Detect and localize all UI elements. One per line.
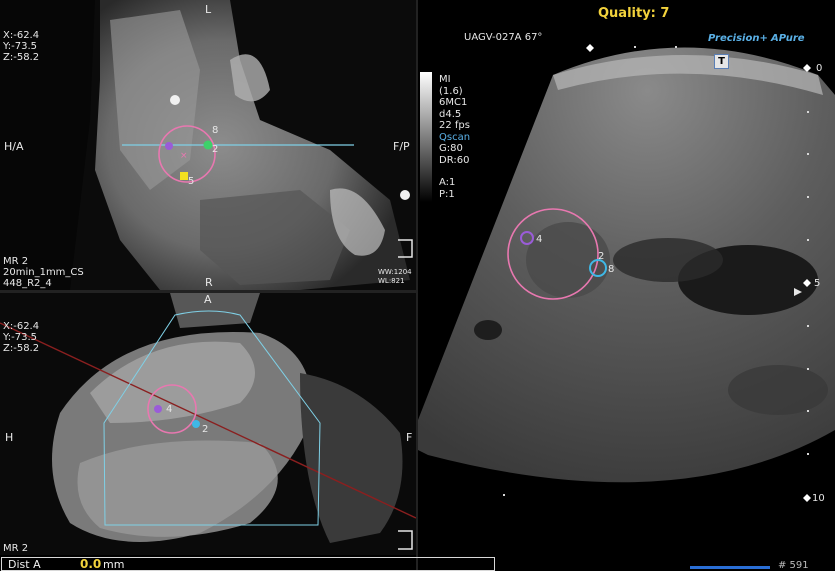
- mr-bottom-series-info: MR 2: [3, 543, 29, 554]
- marker-purple-icon[interactable]: [154, 405, 162, 413]
- grayscale-bar: [420, 72, 432, 202]
- orientation-left: H: [5, 431, 14, 444]
- orientation-bottom: R: [205, 276, 213, 289]
- marker-label: 5: [188, 176, 195, 187]
- depth-mark: 5: [814, 278, 821, 289]
- t-badge-button[interactable]: T: [714, 54, 729, 69]
- orientation-right: F: [406, 431, 413, 444]
- apure-label: APure: [771, 33, 805, 44]
- marker-yellow-icon[interactable]: [180, 172, 188, 180]
- mr-top-series-info: MR 2 20min_1mm_CS 448_R2_4: [3, 256, 84, 289]
- mr-oblique-view[interactable]: X:-62.4 Y:-73.5 Z:-58.2 A H F 4 2 MR 2: [0, 293, 416, 555]
- imaging-parameters: MI (1.6) 6MC1 d4.5 22 fps Qscan G:80 DR:…: [439, 74, 471, 200]
- marker-cyan-icon[interactable]: [192, 420, 200, 428]
- ultrasound-image: [418, 44, 835, 502]
- svg-text:×: ×: [180, 151, 188, 161]
- coord-y: Y:-73.5: [3, 41, 38, 52]
- coord-z: Z:-58.2: [3, 52, 40, 63]
- marker-label: 2: [202, 424, 209, 435]
- frame-counter: # 591: [778, 560, 809, 571]
- marker-purple-icon[interactable]: [165, 142, 173, 150]
- depth-mark: 0: [816, 63, 823, 74]
- marker-label: 8: [212, 125, 219, 136]
- mr-top-image: ×: [0, 0, 416, 290]
- measurement-label: Dist A: [8, 558, 41, 571]
- measurement-unit: mm: [103, 558, 125, 571]
- marker-label: 4: [166, 404, 173, 415]
- marker-label: 2: [598, 251, 605, 262]
- ultrasound-view[interactable]: Quality: 7 UAGV-027A 67° Precision+ APur…: [418, 0, 835, 571]
- orientation-left: H/A: [4, 140, 24, 153]
- orientation-top: A: [204, 293, 212, 306]
- marker-label: 2: [212, 144, 219, 155]
- window-level-info: WW:1204 WL:821: [378, 268, 412, 285]
- marker-label: 4: [536, 234, 543, 245]
- mr-coronal-view[interactable]: × X:-62.4 Y:-73.5 Z:-58.2 L H/A F/P R 2 …: [0, 0, 416, 290]
- precision-plus-label: Precision+: [708, 33, 768, 44]
- probe-name: UAGV-027A 67°: [464, 32, 543, 43]
- measurement-value: 0.0: [80, 557, 102, 571]
- coord-x: X:-62.4: [3, 30, 40, 41]
- cine-progress-bar[interactable]: [690, 566, 770, 569]
- mr-bottom-coordinates: X:-62.4 Y:-73.5 Z:-58.2: [3, 321, 40, 354]
- measurement-box[interactable]: [1, 557, 495, 571]
- marker-label: 8: [608, 264, 615, 275]
- depth-mark: 10: [812, 493, 825, 504]
- orientation-right: F/P: [393, 140, 410, 153]
- quality-indicator: Quality: 7: [598, 6, 670, 21]
- orientation-top: L: [205, 3, 212, 16]
- mr-top-coordinates: X:-62.4 Y:-73.5 Z:-58.2: [3, 30, 39, 63]
